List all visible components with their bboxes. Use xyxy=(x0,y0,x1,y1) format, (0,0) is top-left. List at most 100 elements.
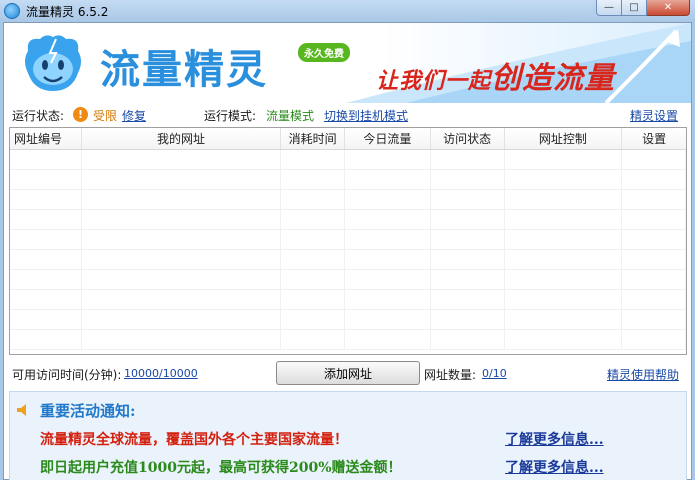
table-cell xyxy=(345,270,431,289)
app-icon xyxy=(4,3,20,19)
learn-more-link-2[interactable]: 了解更多信息... xyxy=(505,457,604,477)
table-cell xyxy=(505,190,623,209)
table-cell xyxy=(431,210,505,229)
run-state-label: 运行状态: xyxy=(12,108,65,123)
run-state-value: 受限 xyxy=(93,108,118,123)
close-button[interactable]: ✕ xyxy=(647,0,690,16)
table-cell xyxy=(345,170,431,189)
add-url-button[interactable]: 添加网址 xyxy=(276,361,420,385)
notice-line-2: 即日起用户充值1000元起，最高可获得200%赠送金额！ xyxy=(40,460,402,476)
table-row xyxy=(10,330,686,350)
table-cell xyxy=(281,250,345,269)
table-row xyxy=(10,270,686,290)
run-mode-value: 流量模式 xyxy=(266,108,315,123)
help-link[interactable]: 精灵使用帮助 xyxy=(607,366,679,383)
table-cell xyxy=(82,330,282,349)
free-badge: 永久免费 xyxy=(298,43,350,62)
table-cell xyxy=(505,270,623,289)
table-row xyxy=(10,230,686,250)
table-cell xyxy=(10,190,82,209)
table-cell xyxy=(431,270,505,289)
table-cell xyxy=(82,250,282,269)
table-cell xyxy=(345,310,431,329)
notice-title: 重要活动通知: xyxy=(40,402,136,420)
table-cell xyxy=(431,230,505,249)
table-cell xyxy=(431,310,505,329)
table-cell xyxy=(505,210,623,229)
table-cell xyxy=(281,310,345,329)
table-cell xyxy=(505,290,623,309)
table-cell xyxy=(622,310,686,329)
table-cell xyxy=(345,230,431,249)
switch-mode-link[interactable]: 切换到挂机模式 xyxy=(324,107,408,124)
table-cell xyxy=(345,190,431,209)
table-cell xyxy=(345,210,431,229)
table-cell xyxy=(82,210,282,229)
table-cell xyxy=(281,290,345,309)
table-cell xyxy=(431,170,505,189)
table-cell xyxy=(82,270,282,289)
notice-line-1: 流量精灵全球流量，覆盖国外各个主要国家流量！ xyxy=(40,432,348,448)
table-cell xyxy=(431,330,505,349)
learn-more-link-1[interactable]: 了解更多信息... xyxy=(505,429,604,449)
url-count-value[interactable]: 0/10 xyxy=(482,367,507,380)
table-cell xyxy=(10,270,82,289)
column-header-url-control[interactable]: 网址控制 xyxy=(505,128,623,149)
column-header-time[interactable]: 消耗时间 xyxy=(281,128,346,149)
table-row xyxy=(10,190,686,210)
banner: 流量精灵 永久免费 让我们一起创造流量 xyxy=(4,23,691,103)
table-cell xyxy=(82,170,282,189)
table-cell xyxy=(431,150,505,169)
settings-link[interactable]: 精灵设置 xyxy=(630,107,678,124)
table-row xyxy=(10,250,686,270)
table-cell xyxy=(622,250,686,269)
table-row xyxy=(10,290,686,310)
table-cell xyxy=(10,250,82,269)
table-cell xyxy=(281,190,345,209)
table-cell xyxy=(622,190,686,209)
url-count-label: 网址数量: xyxy=(424,368,477,382)
table-cell xyxy=(281,170,345,189)
table-cell xyxy=(622,150,686,169)
status-row: 运行状态: ! 受限 修复 运行模式: 流量模式 切换到挂机模式 精灵设置 xyxy=(4,105,691,125)
minimize-button[interactable]: — xyxy=(596,0,622,16)
table-cell xyxy=(10,150,82,169)
maximize-button[interactable]: □ xyxy=(622,0,647,16)
table-cell xyxy=(10,170,82,189)
table-cell xyxy=(622,230,686,249)
table-cell xyxy=(622,270,686,289)
table-cell xyxy=(505,250,623,269)
table-cell xyxy=(345,250,431,269)
table-cell xyxy=(505,150,623,169)
column-header-url[interactable]: 我的网址 xyxy=(82,128,282,149)
slogan: 让我们一起创造流量 xyxy=(376,53,615,97)
run-mode-label: 运行模式: xyxy=(204,108,257,123)
table-cell xyxy=(82,290,282,309)
table-cell xyxy=(505,310,623,329)
table-cell xyxy=(281,210,345,229)
column-header-id[interactable]: 网址编号 xyxy=(10,128,82,149)
table-cell xyxy=(10,310,82,329)
table-cell xyxy=(505,330,623,349)
url-table: 网址编号 我的网址 消耗时间 今日流量 访问状态 网址控制 设置 xyxy=(9,127,687,355)
table-cell xyxy=(281,230,345,249)
column-header-visit-status[interactable]: 访问状态 xyxy=(431,128,505,149)
available-time-label: 可用访问时间(分钟): xyxy=(12,368,122,382)
table-cell xyxy=(505,170,623,189)
table-cell xyxy=(505,230,623,249)
table-cell xyxy=(10,230,82,249)
column-header-settings[interactable]: 设置 xyxy=(622,128,686,149)
table-cell xyxy=(82,150,282,169)
available-time-value[interactable]: 10000/10000 xyxy=(124,367,198,380)
table-cell xyxy=(345,150,431,169)
warning-icon: ! xyxy=(73,107,88,122)
main-window: 流量精灵 永久免费 让我们一起创造流量 运行状态: ! 受限 修复 运行模式: … xyxy=(3,22,692,480)
table-body xyxy=(10,150,686,350)
controls-row: 可用访问时间(分钟): 10000/10000 添加网址 网址数量: 0/10 … xyxy=(4,359,691,385)
column-header-today-traffic[interactable]: 今日流量 xyxy=(345,128,431,149)
speaker-icon xyxy=(17,404,26,416)
window-controls: — □ ✕ xyxy=(596,0,690,16)
repair-link[interactable]: 修复 xyxy=(122,107,146,124)
table-cell xyxy=(281,330,345,349)
table-cell xyxy=(281,150,345,169)
